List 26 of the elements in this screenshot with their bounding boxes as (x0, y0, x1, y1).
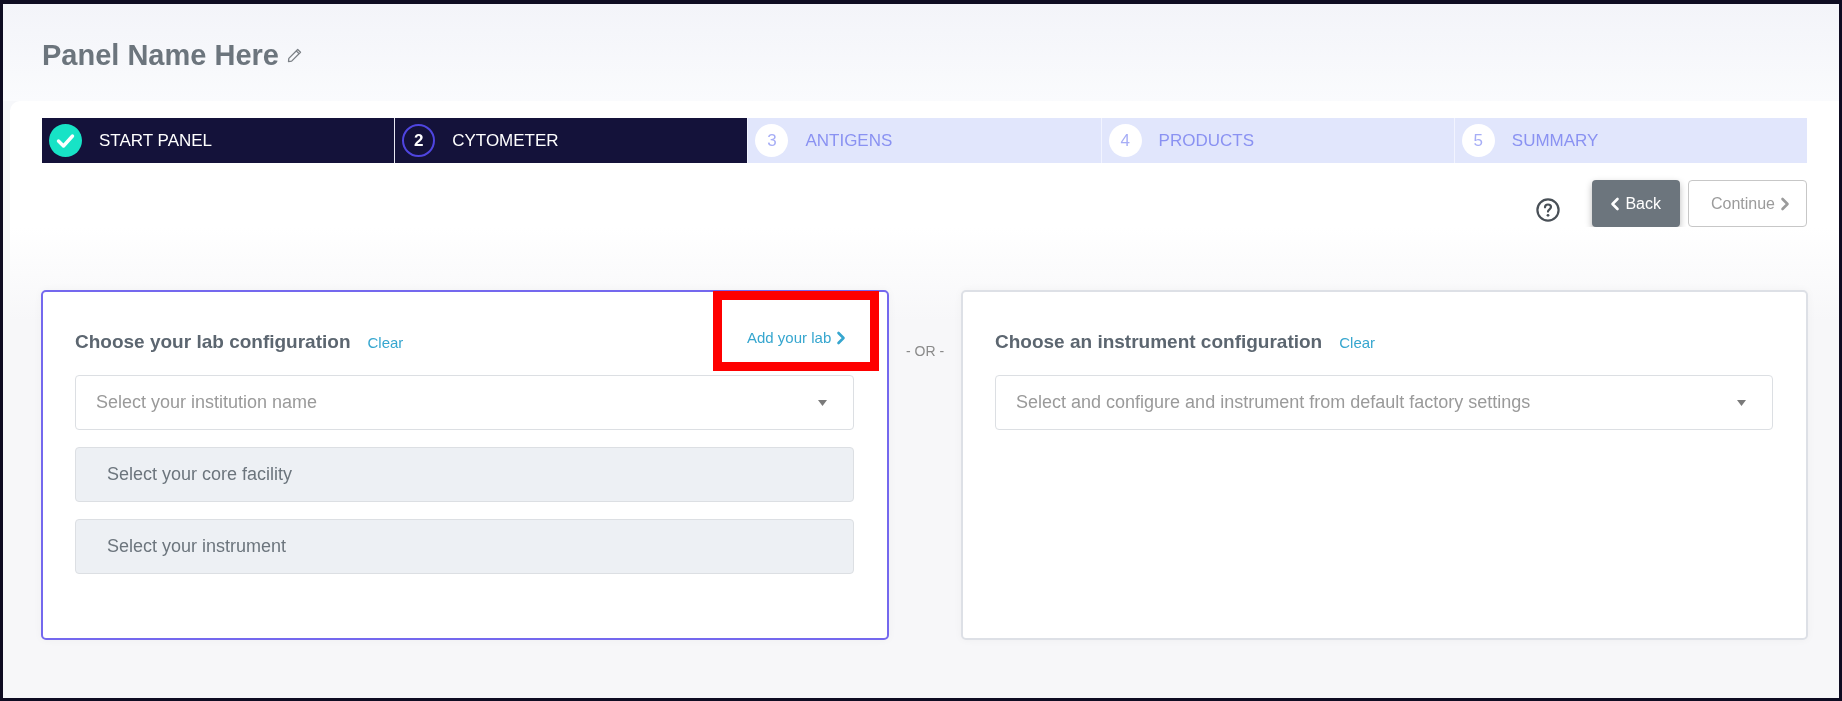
stepper-step[interactable]: 2 CYTOMETER (394, 118, 748, 163)
caret-icon (818, 399, 827, 406)
step-number-badge: 5 (1461, 124, 1495, 157)
help-icon[interactable] (1536, 197, 1561, 222)
stepper-step[interactable]: 3 ANTIGENS (747, 118, 1101, 163)
back-button[interactable]: Back (1592, 180, 1680, 227)
clear-link[interactable]: Clear (1339, 334, 1376, 351)
chevron-left-icon (1609, 196, 1622, 211)
stepper-step[interactable]: START PANEL (42, 118, 395, 163)
caret-icon (1737, 399, 1746, 406)
card-title: Choose an instrument configuration (995, 330, 1323, 354)
select-field[interactable]: Select and configure and instrument from default factory settings (995, 375, 1773, 430)
select-field[interactable]: Select your institution name (75, 375, 854, 430)
card-title: Choose your lab configuration (75, 330, 351, 354)
step-number-badge: 4 (1108, 124, 1142, 157)
pencil-icon[interactable] (285, 47, 303, 64)
stepper-step[interactable]: 4 PRODUCTS (1100, 118, 1454, 163)
chevron-right-icon (835, 330, 848, 345)
add-lab-link[interactable]: Add your lab (747, 329, 848, 346)
step-number-badge: 3 (755, 124, 789, 157)
panel-title: Panel Name Here (42, 37, 279, 72)
clear-link[interactable]: Clear (367, 334, 404, 351)
step-number-badge: 2 (402, 124, 436, 157)
or-separator: - OR - (905, 342, 945, 360)
stepper-step[interactable]: 5 SUMMARY (1453, 118, 1807, 163)
chevron-right-icon (1779, 196, 1791, 211)
